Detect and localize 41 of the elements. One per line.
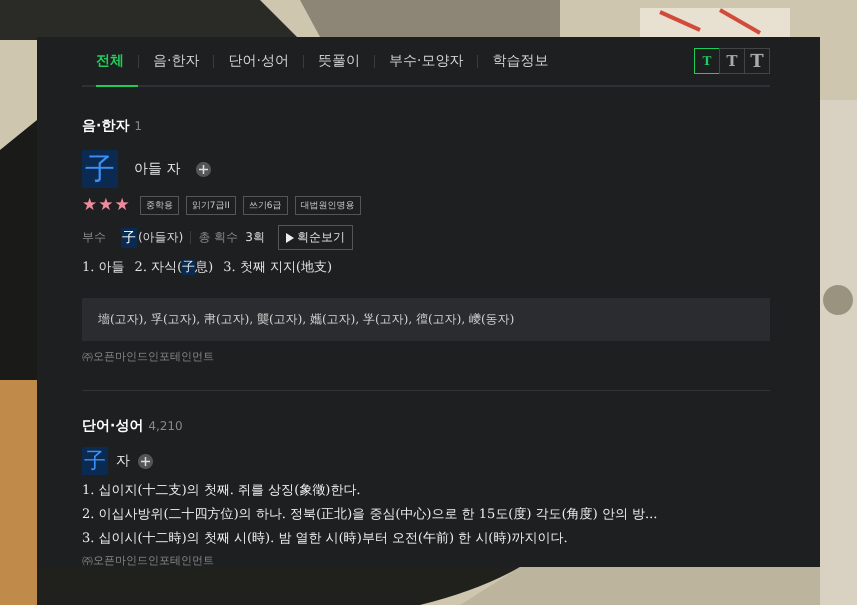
section-title: 단어·성어 — [82, 417, 144, 435]
definition-text: 2. 이십사방위(二十四方位)의 하나. 정북(正北)을 중심(中心)으로 한 15도(度) 각도(角度) 안의 방... — [82, 506, 658, 523]
result-count: 1 — [134, 119, 142, 133]
section-title: 음·한자 — [82, 117, 130, 135]
play-icon — [286, 232, 294, 242]
tab[interactable]: 뜻풀이 — [304, 37, 374, 87]
stroke-count-label: 총 획수 — [198, 229, 238, 246]
hanja-character: 子 — [82, 150, 118, 188]
star-icon: ★ — [82, 197, 98, 214]
definition-text: 3. 십이시(十二時)의 첫째 시(時). 밤 열한 시(時)부터 오전(午前) 한 시(時)까지이다. — [82, 530, 569, 547]
tab[interactable]: 음·한자 — [139, 37, 214, 87]
source-text: ㈜오픈마인드인포테인먼트 — [82, 553, 215, 567]
star-icon: ★ — [114, 197, 130, 214]
stroke-order-button[interactable]: 획순보기 — [278, 225, 353, 250]
font-size-button[interactable]: T — [694, 48, 720, 74]
stroke-count: 3획 — [245, 229, 265, 246]
result-count: 4,210 — [148, 419, 183, 433]
tab[interactable]: 부수·모양자 — [374, 37, 478, 87]
radical-label: 부수 — [82, 229, 106, 246]
level-tag: 중학용 — [140, 196, 179, 215]
meaning-text: 1. 아들 — [82, 259, 125, 276]
star-icon: ★ — [98, 197, 114, 214]
variant-characters: 墻(고자), 孚(고자), 帇(고자), 龑(고자), 孈(고자), 㜽(고자), 㣶(고자), 巙(동자) — [82, 298, 770, 341]
radical-reading: (아들자) — [138, 229, 184, 246]
meaning-text: 3. 첫째 지지(地支) — [223, 259, 332, 276]
tab[interactable]: 단어·성어 — [214, 37, 303, 87]
definition-text: 1. 십이지(十二支)의 첫째. 쥐를 상징(象徵)한다. — [82, 482, 362, 499]
hanja-reading: 아들 자 — [134, 160, 180, 178]
level-tag: 읽기7급II — [186, 196, 236, 215]
radical-character: 子 — [121, 228, 137, 248]
meaning-text: 2. 자식(子息) — [134, 259, 214, 276]
hanja-reading: 자 — [116, 452, 130, 470]
level-tag: 대법원인명용 — [294, 196, 361, 215]
plus-icon[interactable] — [138, 454, 153, 468]
font-size-button[interactable]: T — [719, 48, 745, 74]
font-size-button[interactable]: T — [744, 48, 770, 74]
level-tag: 쓰기6급 — [242, 196, 288, 215]
tab[interactable]: 학습정보 — [478, 37, 562, 87]
plus-icon[interactable] — [196, 162, 212, 176]
source-text: ㈜오픈마인드인포테인먼트 — [82, 349, 215, 364]
hanja-character: 子 — [82, 447, 108, 475]
